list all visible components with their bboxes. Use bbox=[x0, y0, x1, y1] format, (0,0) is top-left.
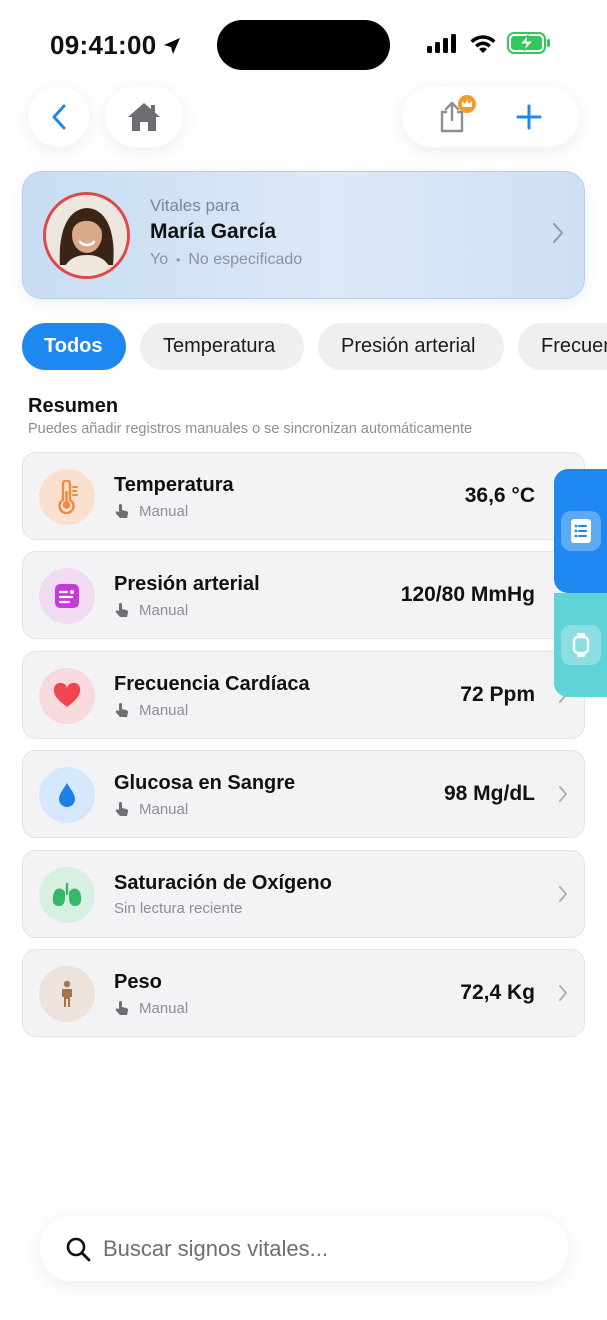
profile-name: María García bbox=[150, 220, 277, 243]
filter-chip-temperatura[interactable]: Temperatura bbox=[140, 323, 304, 370]
hand-tap-icon bbox=[115, 1001, 129, 1015]
vital-icon-bg bbox=[39, 966, 95, 1022]
floating-side-panel bbox=[554, 469, 607, 697]
profile-caption: Vitales para bbox=[150, 196, 240, 215]
vital-card-peso[interactable]: Peso Manual 72,4 Kg bbox=[22, 949, 585, 1037]
watch-icon bbox=[572, 633, 589, 657]
vital-source: Manual bbox=[114, 503, 188, 520]
vital-source: Manual bbox=[114, 702, 188, 719]
vital-source-label: Manual bbox=[139, 1000, 189, 1017]
vital-source-label: Manual bbox=[139, 702, 189, 719]
vital-card-frecuencia-cardiaca[interactable]: Frecuencia Cardíaca Manual 72 Ppm bbox=[22, 651, 585, 739]
vital-icon-bg bbox=[39, 767, 95, 823]
home-button[interactable] bbox=[105, 86, 183, 147]
profile-separator: • bbox=[176, 253, 181, 267]
summary-subtitle: Puedes añadir registros manuales o se si… bbox=[28, 421, 473, 437]
vital-name: Glucosa en Sangre bbox=[114, 772, 296, 794]
dynamic-island bbox=[217, 20, 390, 70]
vital-value: 120/80 MmHg bbox=[400, 583, 535, 606]
hand-tap-icon bbox=[115, 703, 129, 717]
vital-source: Manual bbox=[114, 602, 188, 619]
location-arrow-icon bbox=[164, 37, 181, 54]
status-time-text: 09:41:00 bbox=[50, 30, 157, 60]
profile-card[interactable]: Vitales para María García Yo • No especi… bbox=[22, 171, 585, 299]
filter-chip-todos[interactable]: Todos bbox=[22, 323, 126, 370]
vital-name: Presión arterial bbox=[114, 573, 260, 595]
vital-card-saturacion[interactable]: Saturación de Oxígeno Sin lectura recien… bbox=[22, 850, 585, 938]
add-button[interactable] bbox=[509, 97, 549, 137]
side-watch-button[interactable] bbox=[554, 593, 607, 697]
cellular-signal-icon bbox=[427, 34, 456, 53]
thermometer-icon bbox=[58, 480, 78, 514]
plus-icon bbox=[516, 104, 542, 129]
heart-icon bbox=[53, 683, 81, 707]
vital-icon-bg bbox=[39, 568, 95, 624]
search-icon bbox=[66, 1237, 91, 1261]
search-input[interactable] bbox=[103, 1235, 523, 1262]
vital-source: Manual bbox=[114, 801, 188, 818]
status-bar: 09:41:00 bbox=[0, 0, 607, 90]
person-icon bbox=[62, 980, 72, 1007]
vital-name: Saturación de Oxígeno bbox=[114, 872, 332, 894]
avatar bbox=[43, 192, 130, 279]
crown-icon bbox=[462, 99, 473, 107]
vital-name: Peso bbox=[114, 971, 162, 993]
battery-charging-icon bbox=[507, 32, 550, 54]
vital-value: 98 Mg/dL bbox=[443, 782, 535, 805]
search-bar[interactable] bbox=[40, 1216, 568, 1281]
side-icon-box bbox=[560, 511, 601, 551]
profile-subtitle: Yo • No especificado bbox=[150, 251, 302, 269]
vital-value: 72 Ppm bbox=[460, 683, 535, 706]
vital-icon-bg bbox=[39, 867, 95, 923]
vital-source-label: Manual bbox=[139, 602, 189, 619]
nav-actions-group bbox=[402, 86, 579, 147]
filter-chip-frecuencia[interactable]: Frecuencia bbox=[518, 323, 607, 370]
vital-value: 36,6 °C bbox=[464, 484, 535, 507]
vital-source-label: Sin lectura reciente bbox=[114, 900, 243, 917]
vital-source: Manual bbox=[114, 1000, 188, 1017]
chevron-left-icon bbox=[52, 104, 65, 129]
vital-source: Sin lectura reciente bbox=[114, 900, 242, 917]
wifi-icon bbox=[470, 34, 496, 53]
status-time: 09:41:00 bbox=[50, 30, 182, 61]
vital-source-label: Manual bbox=[139, 503, 189, 520]
vital-icon-bg bbox=[39, 668, 95, 724]
premium-badge bbox=[458, 94, 477, 113]
chevron-right-icon bbox=[553, 223, 563, 243]
filter-chips: Todos Temperatura Presión arterial Frecu… bbox=[22, 323, 607, 371]
vital-card-glucosa[interactable]: Glucosa en Sangre Manual 98 Mg/dL bbox=[22, 750, 585, 838]
lungs-icon bbox=[52, 882, 82, 906]
chevron-right-icon bbox=[559, 886, 567, 902]
filter-chip-presion[interactable]: Presión arterial bbox=[318, 323, 504, 370]
share-button[interactable] bbox=[432, 94, 477, 137]
vital-value: 72,4 Kg bbox=[460, 981, 535, 1004]
vital-card-temperatura[interactable]: Temperatura Manual 36,6 °C bbox=[22, 452, 585, 540]
back-button[interactable] bbox=[28, 86, 89, 147]
hand-tap-icon bbox=[115, 603, 129, 617]
blood-pressure-icon bbox=[55, 584, 79, 608]
side-icon-box bbox=[560, 625, 601, 665]
list-icon bbox=[570, 519, 591, 543]
vital-source-label: Manual bbox=[139, 801, 189, 818]
drop-icon bbox=[59, 783, 75, 807]
chevron-right-icon bbox=[559, 786, 567, 802]
hand-tap-icon bbox=[115, 802, 129, 816]
hand-tap-icon bbox=[115, 504, 129, 518]
side-list-button[interactable] bbox=[554, 469, 607, 593]
status-icons bbox=[427, 32, 551, 54]
house-icon bbox=[128, 102, 160, 131]
avatar-portrait bbox=[46, 195, 127, 276]
profile-relation: Yo bbox=[150, 251, 169, 268]
chevron-right-icon bbox=[559, 985, 567, 1001]
summary-title: Resumen bbox=[28, 395, 119, 417]
vital-icon-bg bbox=[39, 469, 95, 525]
vital-name: Temperatura bbox=[114, 474, 234, 496]
profile-status: No especificado bbox=[188, 251, 303, 268]
vital-name: Frecuencia Cardíaca bbox=[114, 673, 310, 695]
vital-card-presion-arterial[interactable]: Presión arterial Manual 120/80 MmHg bbox=[22, 551, 585, 639]
